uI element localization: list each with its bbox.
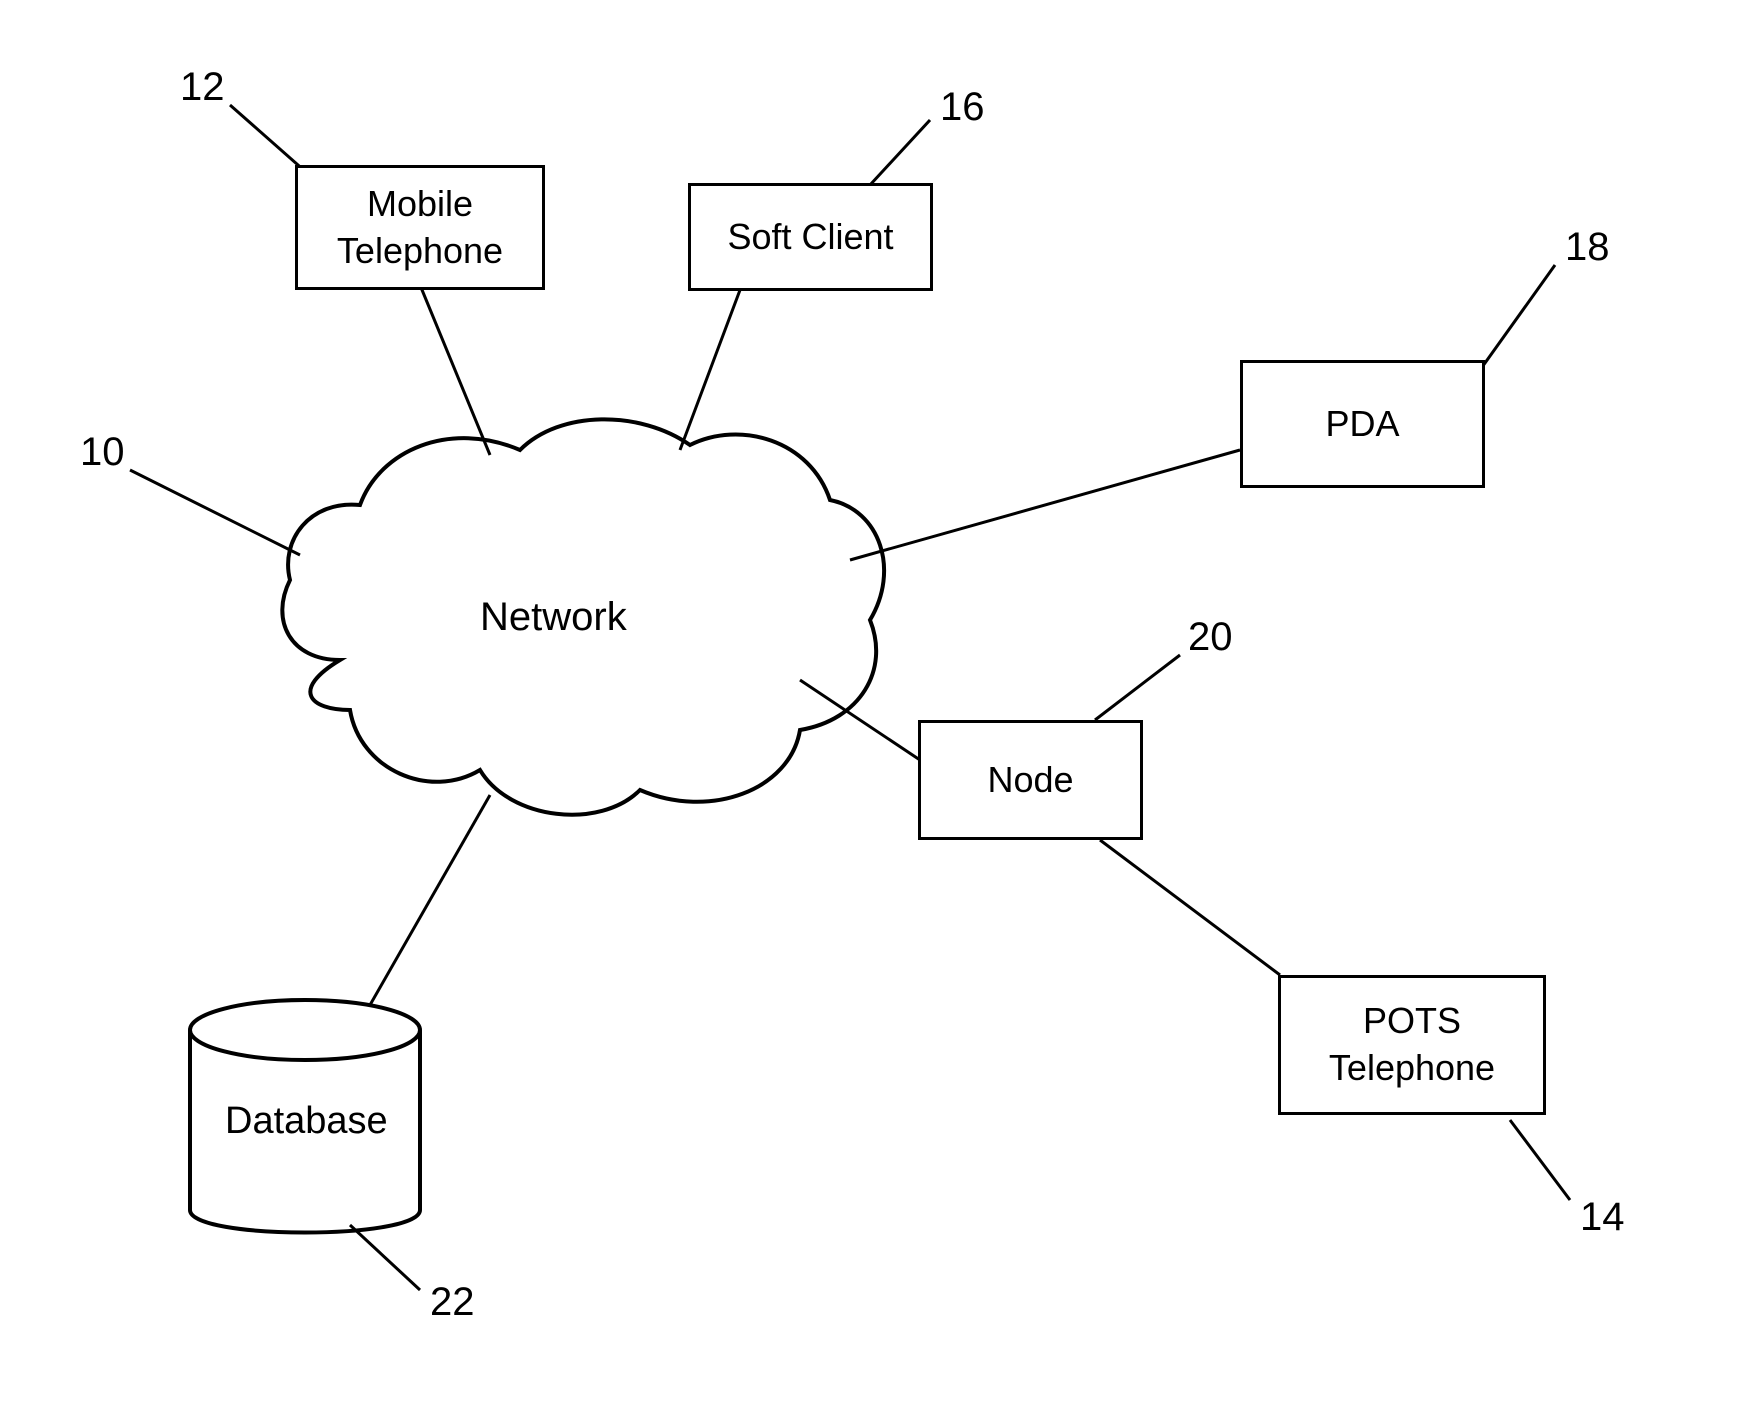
line-softclient-to-network — [680, 290, 740, 450]
ref-20: 20 — [1188, 615, 1233, 660]
refline-10 — [130, 470, 300, 555]
ref-14: 14 — [1580, 1195, 1625, 1240]
node-box: Node — [918, 720, 1143, 840]
pda-text: PDA — [1325, 401, 1399, 448]
ref-18: 18 — [1565, 225, 1610, 270]
line-node-to-pots — [1100, 840, 1280, 975]
ref-10: 10 — [80, 430, 125, 475]
database-label: Database — [225, 1100, 388, 1143]
soft-client-box: Soft Client — [688, 183, 933, 291]
ref-22: 22 — [430, 1280, 475, 1325]
line-pda-to-network — [850, 450, 1240, 560]
pots-telephone-box: POTS Telephone — [1278, 975, 1546, 1115]
refline-22 — [350, 1225, 420, 1290]
mobile-telephone-text: Mobile Telephone — [337, 181, 503, 275]
refline-14 — [1510, 1120, 1570, 1200]
refline-18 — [1480, 265, 1555, 370]
network-label: Network — [480, 595, 627, 640]
soft-client-text: Soft Client — [727, 214, 893, 261]
pda-box: PDA — [1240, 360, 1485, 488]
node-text: Node — [987, 757, 1073, 804]
pots-telephone-text: POTS Telephone — [1329, 998, 1495, 1092]
mobile-telephone-box: Mobile Telephone — [295, 165, 545, 290]
ref-12: 12 — [180, 65, 225, 110]
line-mobile-to-network — [420, 285, 490, 455]
refline-20 — [1095, 655, 1180, 720]
ref-16: 16 — [940, 85, 985, 130]
line-database-to-network — [370, 795, 490, 1005]
refline-16 — [870, 120, 930, 185]
